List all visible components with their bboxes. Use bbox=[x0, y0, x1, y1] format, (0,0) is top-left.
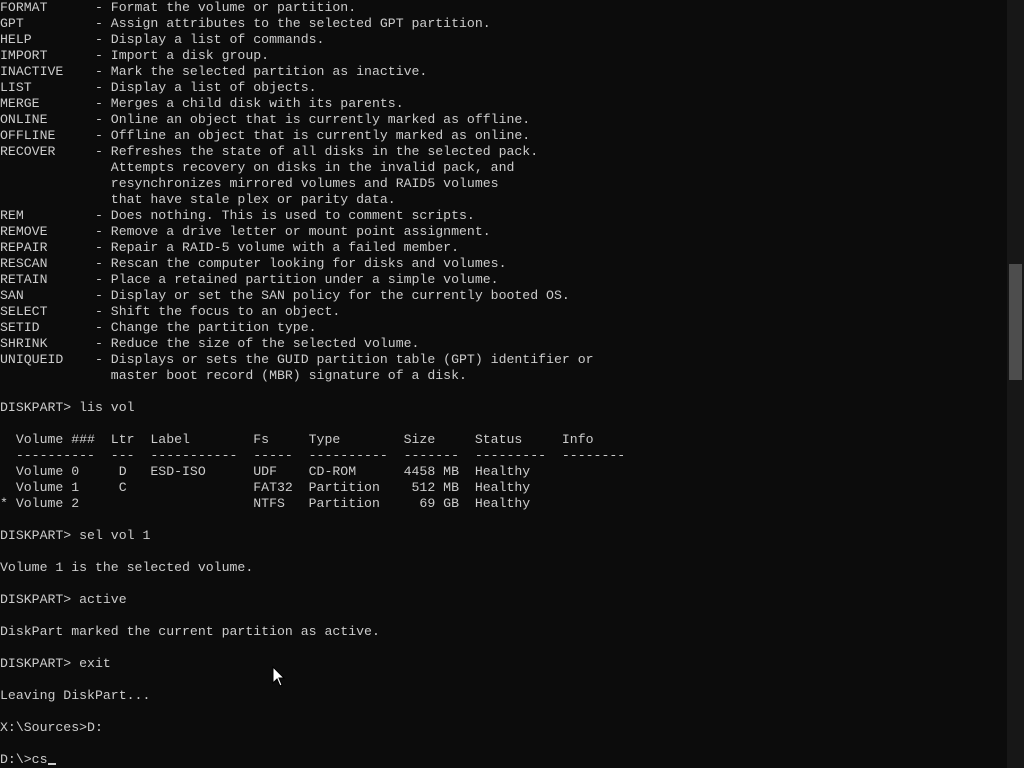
console-line: master boot record (MBR) signature of a … bbox=[0, 368, 467, 383]
console-output-area[interactable]: FORMAT - Format the volume or partition.… bbox=[0, 0, 1007, 768]
console-line: IMPORT - Import a disk group. bbox=[0, 48, 270, 63]
console-line: DISKPART> sel vol 1 bbox=[0, 528, 151, 543]
console-line: DISKPART> active bbox=[0, 592, 127, 607]
console-line: resynchronizes mirrored volumes and RAID… bbox=[0, 176, 499, 191]
console-line: Volume 1 is the selected volume. bbox=[0, 560, 254, 575]
console-line: Volume 0 D ESD-ISO UDF CD-ROM 4458 MB He… bbox=[0, 464, 531, 479]
command-input-line[interactable]: D:\>cs bbox=[0, 752, 625, 768]
console-line: ---------- --- ----------- ----- -------… bbox=[0, 448, 626, 463]
console-line: REPAIR - Repair a RAID-5 volume with a f… bbox=[0, 240, 459, 255]
command-prompt: D:\> bbox=[0, 752, 32, 767]
console-line: HELP - Display a list of commands. bbox=[0, 32, 325, 47]
scrollbar-thumb[interactable] bbox=[1009, 264, 1022, 380]
console-line: INACTIVE - Mark the selected partition a… bbox=[0, 64, 428, 79]
console-line: SETID - Change the partition type. bbox=[0, 320, 317, 335]
console-line: REMOVE - Remove a drive letter or mount … bbox=[0, 224, 491, 239]
command-input[interactable]: cs bbox=[32, 752, 48, 767]
console-line: DISKPART> lis vol bbox=[0, 400, 135, 415]
console-line: * Volume 2 NTFS Partition 69 GB Healthy bbox=[0, 496, 531, 511]
console-lines: FORMAT - Format the volume or partition.… bbox=[0, 0, 625, 752]
console-line: OFFLINE - Offline an object that is curr… bbox=[0, 128, 531, 143]
console-line: SELECT - Shift the focus to an object. bbox=[0, 304, 341, 319]
console-line: Volume 1 C FAT32 Partition 512 MB Health… bbox=[0, 480, 531, 495]
console-line: FORMAT - Format the volume or partition. bbox=[0, 0, 357, 15]
console-line: DISKPART> exit bbox=[0, 656, 111, 671]
console-text: FORMAT - Format the volume or partition.… bbox=[0, 0, 625, 768]
console-line: SHRINK - Reduce the size of the selected… bbox=[0, 336, 420, 351]
console-line: LIST - Display a list of objects. bbox=[0, 80, 317, 95]
console-line: REM - Does nothing. This is used to comm… bbox=[0, 208, 475, 223]
arrow-pointer-icon bbox=[272, 666, 286, 687]
vertical-scrollbar[interactable] bbox=[1007, 0, 1024, 768]
console-line: UNIQUEID - Displays or sets the GUID par… bbox=[0, 352, 594, 367]
console-line: MERGE - Merges a child disk with its par… bbox=[0, 96, 404, 111]
console-line: Leaving DiskPart... bbox=[0, 688, 151, 703]
console-line: ONLINE - Online an object that is curren… bbox=[0, 112, 531, 127]
console-line: X:\Sources>D: bbox=[0, 720, 103, 735]
console-line: RETAIN - Place a retained partition unde… bbox=[0, 272, 499, 287]
console-line: Attempts recovery on disks in the invali… bbox=[0, 160, 515, 175]
console-line: SAN - Display or set the SAN policy for … bbox=[0, 288, 570, 303]
console-line: RECOVER - Refreshes the state of all dis… bbox=[0, 144, 539, 159]
console-line: Volume ### Ltr Label Fs Type Size Status… bbox=[0, 432, 594, 447]
text-caret-icon bbox=[48, 763, 57, 765]
console-line: GPT - Assign attributes to the selected … bbox=[0, 16, 491, 31]
console-line: DiskPart marked the current partition as… bbox=[0, 624, 380, 639]
console-line: that have stale plex or parity data. bbox=[0, 192, 396, 207]
console-line: RESCAN - Rescan the computer looking for… bbox=[0, 256, 507, 271]
